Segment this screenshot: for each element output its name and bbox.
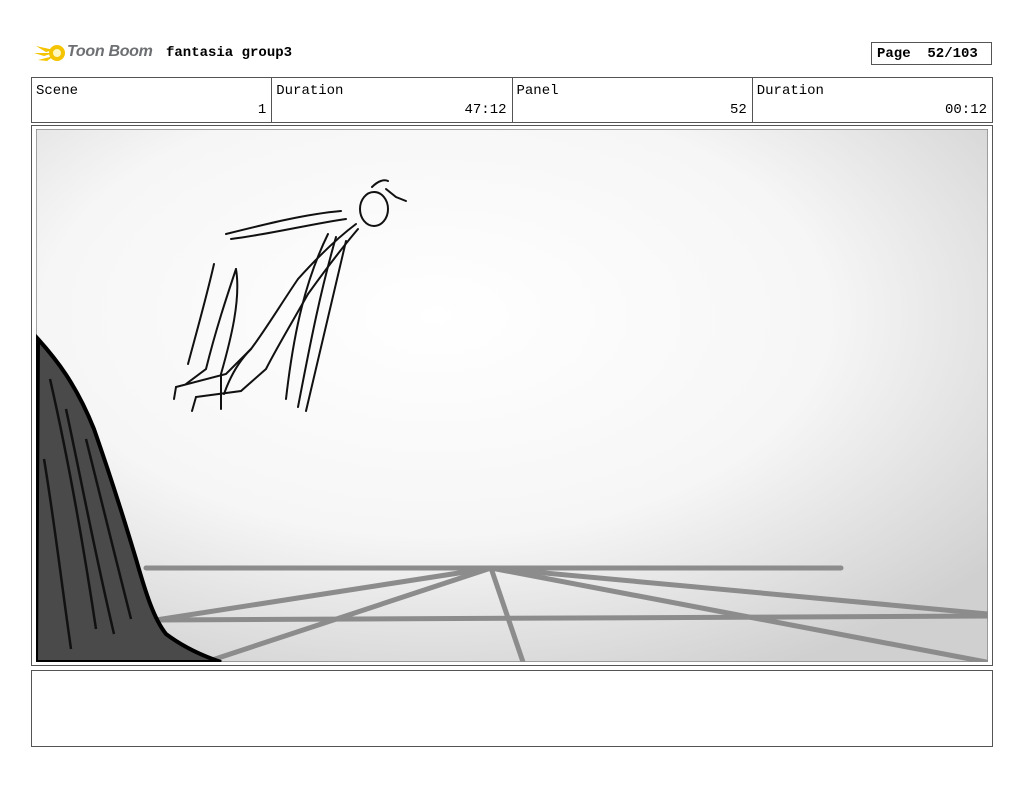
panel-background — [36, 129, 988, 662]
panel-value: 52 — [729, 102, 747, 118]
brand-name: Toon Boom — [67, 43, 153, 60]
storyboard-panel-image — [36, 129, 988, 662]
info-table: Scene 1 Duration 47:12 Panel 52 Duration… — [31, 77, 993, 123]
scene-duration-cell: Duration 47:12 — [272, 78, 513, 122]
scene-cell: Scene 1 — [32, 78, 273, 122]
scene-value: 1 — [257, 102, 267, 118]
scene-duration-value: 47:12 — [464, 102, 507, 118]
panel-duration-value: 00:12 — [944, 102, 987, 118]
panel-duration-label: Duration — [756, 83, 824, 99]
panel-label: Panel — [516, 83, 559, 99]
notes-box — [31, 670, 993, 747]
scene-label: Scene — [36, 83, 79, 99]
page-indicator: Page 52/103 — [871, 42, 992, 65]
project-title: fantasia group3 — [166, 45, 293, 61]
panel-duration-cell: Duration 00:12 — [753, 78, 992, 122]
panel-cell: Panel 52 — [513, 78, 753, 122]
scene-duration-label: Duration — [276, 83, 344, 99]
